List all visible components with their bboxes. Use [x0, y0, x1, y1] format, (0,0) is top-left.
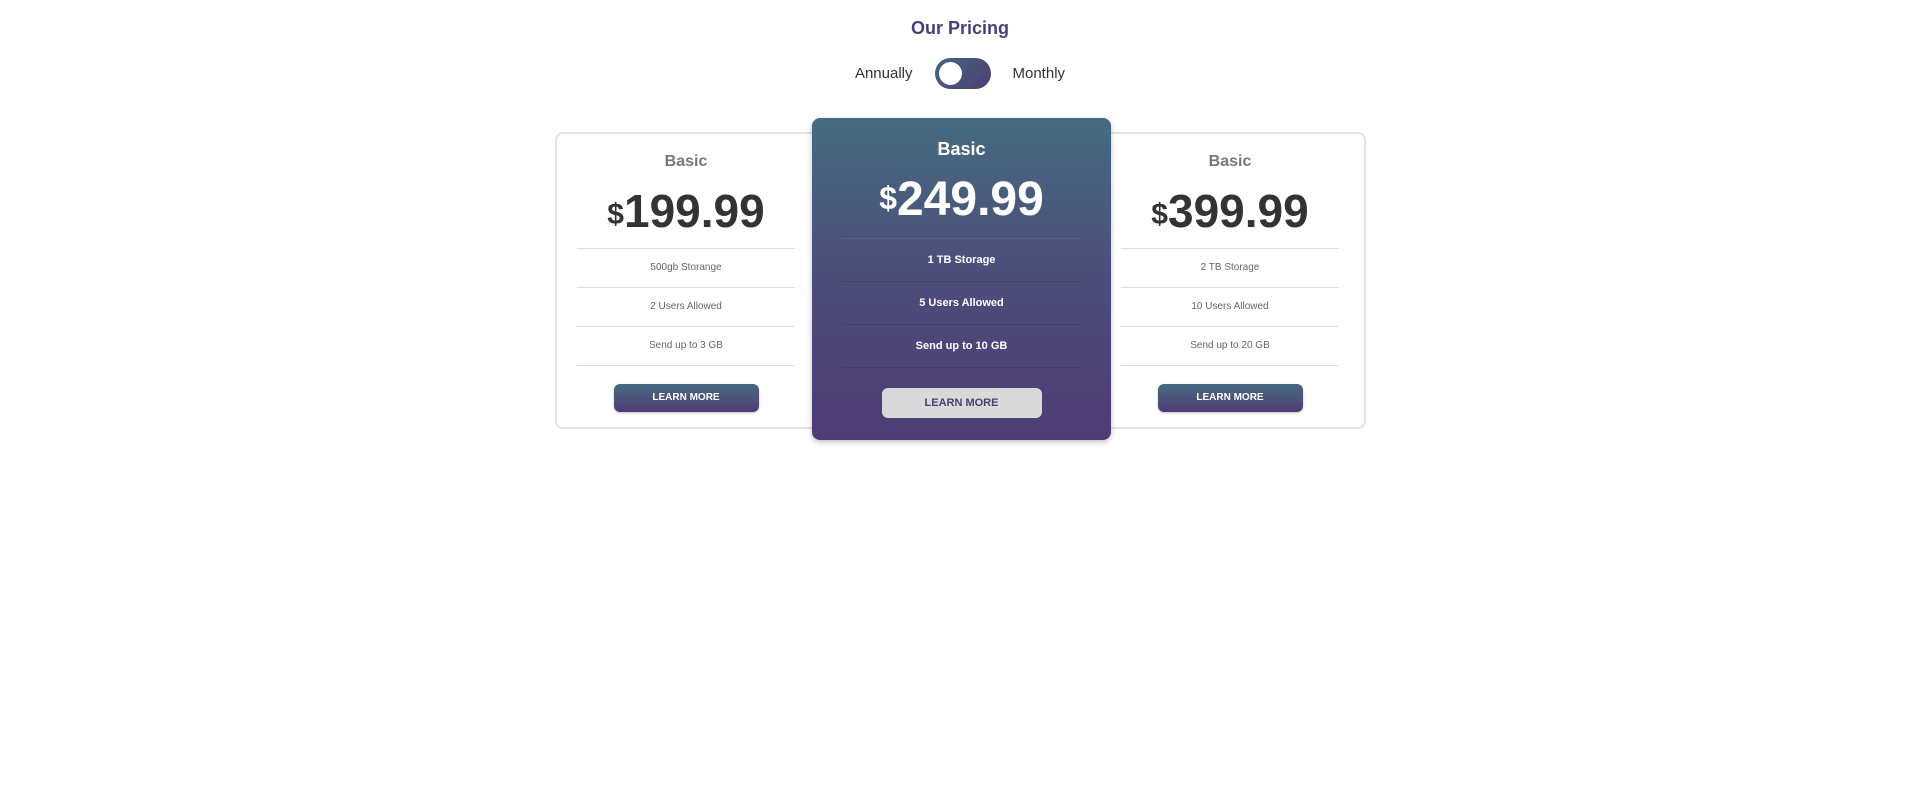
feature-item: Send up to 20 GB: [1121, 327, 1339, 366]
feature-list: 1 TB Storage 5 Users Allowed Send up to …: [841, 238, 1082, 368]
plan-name: Basic: [664, 153, 708, 170]
learn-more-button[interactable]: LEARN MORE: [881, 388, 1042, 418]
billing-period-toggle[interactable]: [934, 58, 991, 89]
price-amount: 249.99: [896, 173, 1044, 226]
feature-list: 2 TB Storage 10 Users Allowed Send up to…: [1121, 248, 1339, 366]
page-title: Our Pricing: [910, 18, 1009, 38]
toggle-knob: [938, 62, 962, 85]
monthly-label[interactable]: Monthly: [1013, 64, 1066, 84]
currency-symbol: $: [1151, 198, 1168, 231]
feature-item: Send up to 3 GB: [577, 327, 795, 366]
plan-price: $ 249.99: [812, 168, 1111, 224]
plan-price: $ 399.99: [1096, 182, 1364, 234]
feature-item: 10 Users Allowed: [1121, 288, 1339, 327]
feature-item: 2 Users Allowed: [577, 288, 795, 327]
plan-price: $ 199.99: [557, 182, 815, 234]
currency-symbol: $: [879, 180, 897, 216]
learn-more-button[interactable]: LEARN MORE: [613, 384, 759, 412]
feature-item: 1 TB Storage: [841, 239, 1082, 282]
price-amount: 399.99: [1167, 185, 1309, 237]
feature-item: 2 TB Storage: [1121, 249, 1339, 288]
feature-item: Send up to 10 GB: [841, 325, 1082, 368]
learn-more-button[interactable]: LEARN MORE: [1157, 384, 1303, 412]
plan-name: Basic: [1208, 153, 1252, 170]
currency-symbol: $: [607, 198, 624, 231]
pricing-card-basic-featured: Basic $ 249.99 1 TB Storage 5 Users Allo…: [812, 118, 1111, 440]
billing-toggle-row: Annually Monthly: [0, 58, 1920, 89]
price-amount: 199.99: [623, 185, 765, 237]
feature-list: 500gb Storange 2 Users Allowed Send up t…: [577, 248, 795, 366]
feature-item: 5 Users Allowed: [841, 282, 1082, 325]
pricing-card-basic-3: Basic $ 399.99 2 TB Storage 10 Users All…: [1096, 132, 1366, 429]
annually-label[interactable]: Annually: [855, 64, 913, 84]
plan-name: Basic: [937, 139, 986, 159]
feature-item: 500gb Storange: [577, 249, 795, 288]
pricing-card-basic-1: Basic $ 199.99 500gb Storange 2 Users Al…: [555, 132, 815, 429]
